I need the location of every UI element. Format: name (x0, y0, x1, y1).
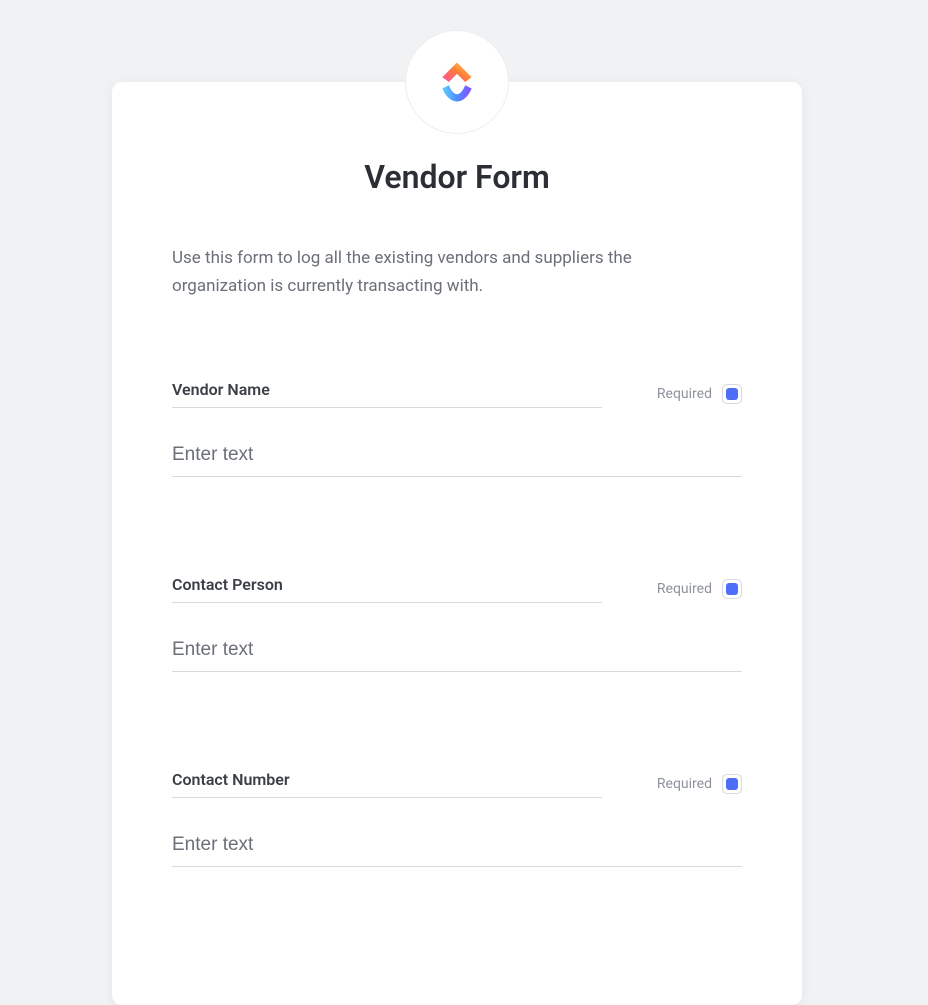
field-vendor-name: Vendor Name Required (172, 380, 742, 477)
required-toggle-checked-icon (726, 778, 738, 790)
field-header: Contact Number Required (172, 770, 742, 798)
field-label-wrap[interactable]: Vendor Name (172, 380, 602, 408)
field-label-wrap[interactable]: Contact Person (172, 575, 602, 603)
field-header: Contact Person Required (172, 575, 742, 603)
field-label: Contact Person (172, 575, 283, 594)
field-contact-number: Contact Number Required (172, 770, 742, 867)
required-toggle[interactable] (722, 384, 742, 404)
required-toggle-checked-icon (726, 388, 738, 400)
clickup-logo-icon (431, 56, 483, 108)
required-indicator: Required (657, 384, 742, 408)
field-header: Vendor Name Required (172, 380, 742, 408)
required-label: Required (657, 581, 712, 597)
required-indicator: Required (657, 774, 742, 798)
field-contact-person: Contact Person Required (172, 575, 742, 672)
form-description: Use this form to log all the existing ve… (172, 244, 692, 300)
required-toggle[interactable] (722, 579, 742, 599)
required-label: Required (657, 776, 712, 792)
form-card: Vendor Form Use this form to log all the… (112, 82, 802, 1005)
form-content: Vendor Form Use this form to log all the… (112, 82, 802, 1005)
logo-container (405, 30, 509, 134)
required-label: Required (657, 386, 712, 402)
required-toggle[interactable] (722, 774, 742, 794)
vendor-name-input[interactable] (172, 438, 742, 477)
form-title: Vendor Form (172, 158, 742, 196)
field-label: Contact Number (172, 770, 290, 789)
field-label-wrap[interactable]: Contact Number (172, 770, 602, 798)
contact-person-input[interactable] (172, 633, 742, 672)
contact-number-input[interactable] (172, 828, 742, 867)
required-toggle-checked-icon (726, 583, 738, 595)
required-indicator: Required (657, 579, 742, 603)
field-label: Vendor Name (172, 380, 270, 399)
